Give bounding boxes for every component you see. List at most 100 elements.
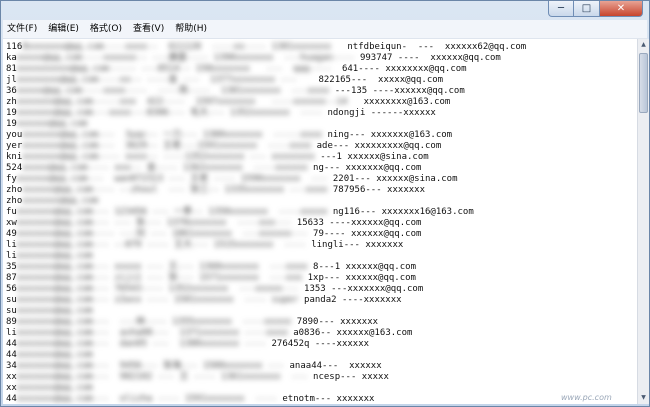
line-blurred-content: xxxxxxx@qq.com--- 3629-- 王老---1591xxxxxx… xyxy=(22,141,312,151)
line-blurred-content: xxxxxxx@qq.com--- 123456 --- 一季-- 1350xx… xyxy=(16,207,328,217)
line-suffix: ng--- xxxxxxx@qq.com xyxy=(313,163,422,173)
line-prefix: 49 xyxy=(6,229,17,239)
line-prefix: 116 xyxy=(6,42,23,52)
line-prefix: 36 xyxy=(6,86,17,96)
line-blurred-content: xxxxxxx@qq.com---- xxxx-- ----1352xxxxxx… xyxy=(22,152,315,162)
line-blurred-content: xxxxxxx@qq.com---xxxx---8306--- 毛大--- 13… xyxy=(16,108,323,118)
line-suffix: 1353 ---xxxxxxx@qq.com xyxy=(304,284,424,294)
menu-help[interactable]: 帮助(H) xyxy=(171,21,211,37)
line-blurred-content: xxxxxxx@qq.com--- ziji1 --- 张--- 1571xxx… xyxy=(16,273,303,283)
line-suffix: 79---- xxxxxx@qq.com xyxy=(313,229,422,239)
line-blurred-content: xxxxx@qq.com----xxxxxx-- ---康盛---- 1390x… xyxy=(16,53,355,63)
line-prefix: li xyxy=(6,251,17,261)
line-prefix: zho xyxy=(6,185,23,195)
line-blurred-content: xxxxxxx@qq.com--- 9456--- 张海--- 1580xxxx… xyxy=(16,361,285,371)
line-prefix: zh xyxy=(6,97,17,107)
line-suffix: 7890--- xxxxxxx xyxy=(296,317,379,327)
line-prefix: 35 xyxy=(6,262,17,272)
line-blurred-content: xxxxxxxx@qq.com----xx-- ----金 --- 1377xx… xyxy=(16,75,314,85)
line-suffix: 641---- xxxxxxxx@qq.com xyxy=(341,64,467,74)
line-suffix: panda2 ----xxxxxxx xyxy=(304,295,402,305)
line-prefix: 56 xyxy=(6,284,17,294)
line-blurred-content: xxxxxxx@qq.com--- asha08--- 1371xxxxxxx … xyxy=(16,328,288,338)
line-prefix: 87 xyxy=(6,273,17,283)
scrollbar-thumb[interactable] xyxy=(639,53,648,113)
line-suffix: 276452q ----xxxxxx xyxy=(271,339,370,349)
line-blurred-content: xxxxx@qq.com---- xxx-- 金---- 1362xxxxxxx… xyxy=(22,163,308,173)
text-line: 44xxxxxxx@qq.com--- olizha ---- 1591xxxx… xyxy=(6,393,374,404)
scroll-up-arrow-icon[interactable]: ▲ xyxy=(639,40,648,50)
line-blurred-content: xxxxxx@qq.com--- wan072313 --- 王老 ---- 1… xyxy=(16,174,328,184)
minimize-button[interactable]: ─ xyxy=(548,1,574,17)
line-prefix: xx xyxy=(6,372,17,382)
line-prefix: li xyxy=(6,328,17,338)
menu-bar: 文件(F) 编辑(E) 格式(O) 查看(V) 帮助(H) xyxy=(3,20,647,39)
line-suffix: 787956--- xxxxxxx xyxy=(332,185,425,195)
line-prefix: xx xyxy=(6,383,17,393)
line-blurred-content: xxxxxxx@qq.com--- z2wsx ---- 1581xxxxxxx… xyxy=(16,295,299,305)
line-blurred-content: xxxxxxx@qq.com xyxy=(16,306,93,316)
line-prefix: ka xyxy=(6,53,17,63)
line-suffix: 8---1 xxxxxx@qq.com xyxy=(313,262,416,272)
line-suffix: a0836-- xxxxxx@163.com xyxy=(293,328,413,338)
line-suffix: anaa44--- xxxxxx xyxy=(289,361,382,371)
line-prefix: kni xyxy=(6,152,23,162)
watermark-text: www.pc.com xyxy=(561,393,612,402)
line-prefix: 44 xyxy=(6,339,17,349)
line-prefix: fy xyxy=(6,174,17,184)
line-blurred-content: xxxxxxx@qq.com--- 76543---- 1352xxxxxxx … xyxy=(16,284,299,294)
notepad-window: ─ □ ✕ 文件(F) 编辑(E) 格式(O) 查看(V) 帮助(H) 1168… xyxy=(0,0,650,407)
line-prefix: xw xyxy=(6,218,17,228)
line-blurred-content: xxxxxxx@qq.com--- --- 张--- 1370xxxxxxx -… xyxy=(16,218,292,228)
vertical-scrollbar[interactable]: ▲ ▼ xyxy=(637,39,649,404)
line-suffix: 15633 ----xxxxxx@qq.com xyxy=(296,218,422,228)
close-button[interactable]: ✕ xyxy=(600,1,643,17)
scroll-down-arrow-icon[interactable]: ▼ xyxy=(639,393,648,403)
line-suffix: lingli--- xxxxxxx xyxy=(311,240,404,250)
line-blurred-content: xxxxxxx@qq.com--- xxxxx --- 王--- 1360xxx… xyxy=(16,262,308,272)
line-prefix: su xyxy=(6,306,17,316)
line-blurred-content: xxxxxxx@qq.com xyxy=(16,383,93,393)
line-suffix: ning--- xxxxxxx@163.com xyxy=(327,130,453,140)
line-prefix: 524 xyxy=(6,163,23,173)
line-blurred-content: xxxxxxx@qq.com-----xxx 422---- 1597xxxxx… xyxy=(16,97,348,107)
line-blurred-content: 8xxxxxxx@qq.com----xxxx-- 611128 ----xx-… xyxy=(22,42,342,52)
line-blurred-content: xxxxxxx@qq.com--- 3yqc-- 一刀--- 1380xxxxx… xyxy=(22,130,323,140)
line-suffix: ---135 ----xxxxxx@qq.com xyxy=(334,86,465,96)
menu-edit[interactable]: 编辑(E) xyxy=(44,21,83,37)
line-suffix: ntfdbeiqun- --- xxxxxx62@qq.com xyxy=(347,42,527,52)
maximize-button[interactable]: □ xyxy=(574,1,600,17)
line-suffix: ncesp--- xxxxx xyxy=(313,372,389,382)
line-prefix: li xyxy=(6,240,17,250)
line-prefix: 89 xyxy=(6,317,17,327)
menu-format[interactable]: 格式(O) xyxy=(86,21,126,37)
line-prefix: jl xyxy=(6,75,17,85)
line-prefix: 81 xyxy=(6,64,17,74)
line-prefix: yer xyxy=(6,141,23,151)
line-suffix: etnotm--- xxxxxxx xyxy=(282,394,375,404)
menu-view[interactable]: 查看(V) xyxy=(129,21,168,37)
line-prefix: 19 xyxy=(6,119,17,129)
title-bar[interactable]: ─ □ ✕ xyxy=(1,1,649,20)
line-prefix: 44 xyxy=(6,350,17,360)
line-suffix: 993747 ---- xxxxxx@qq.com xyxy=(359,53,501,63)
window-controls: ─ □ ✕ xyxy=(548,1,643,17)
line-suffix: xxxxxxxx@163.com xyxy=(352,97,451,107)
line-blurred-content: xxxxxxx@qq.com--- olizha ---- 1591xxxxxx… xyxy=(16,394,277,404)
menu-file[interactable]: 文件(F) xyxy=(3,21,41,37)
line-prefix: you xyxy=(6,130,23,140)
line-suffix: 822165--- xxxxx@qq.com xyxy=(318,75,444,85)
line-blurred-content: xxxxxxx@qq.com--- 982102 --- 王 ---- 1361… xyxy=(16,372,308,382)
line-blurred-content: xxxxxxx@qq.com---- ---刘 --- 1861xxxxxxx … xyxy=(16,229,308,239)
line-blurred-content: xxxxxxx@qq.com xyxy=(16,350,93,360)
line-blurred-content: xxxxxxxxxx@qq.com----- ---8514-- 158xxxx… xyxy=(16,64,337,74)
line-prefix: zho xyxy=(6,196,23,206)
watermark-overlay xyxy=(506,341,634,401)
line-blurred-content: xxxxxxx@qq.com xyxy=(22,196,99,206)
line-blurred-content: xxxxxx@qq.com---- --zhoul --- 张三-- 1335x… xyxy=(22,185,328,195)
line-prefix: 19 xyxy=(6,108,17,118)
line-blurred-content: xxxxxx@qq.com xyxy=(16,119,88,129)
line-blurred-content: xxxxxxx@qq.com--- --079 ---- 王大--- 1515x… xyxy=(16,240,306,250)
line-suffix: 2201--- xxxxxx@sina.com xyxy=(332,174,458,184)
line-blurred-content: xxxxxxx@qq.com--- dan05 --- 1380xxxxxxx … xyxy=(16,339,267,349)
